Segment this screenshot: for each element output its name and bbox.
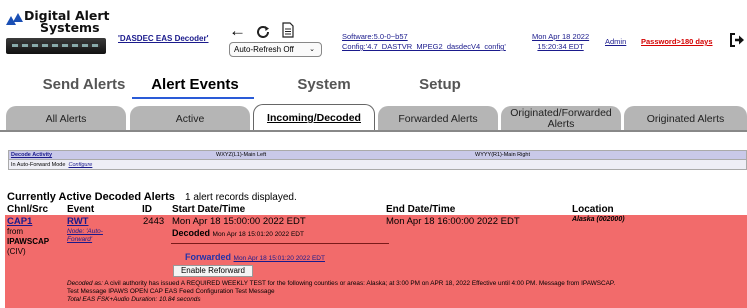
tab-forwarded-alerts[interactable]: Forwarded Alerts [378, 106, 498, 132]
company-logo[interactable]: Digital Alert Systems [6, 9, 110, 62]
tab-originated-alerts[interactable]: Originated Alerts [624, 106, 747, 132]
test-message: Test Message IPAWS OPEN CAP EAS Feed Con… [67, 288, 275, 295]
system-date: Mon Apr 18 2022 [532, 32, 590, 41]
col-head-start: Start Date/Time [172, 204, 246, 215]
auto-refresh-select[interactable]: Auto-Refresh Off ⌄ [229, 42, 322, 57]
config-name: Config:'4.7_DASTVR_MPEG2_dasdecV4_config… [342, 42, 506, 51]
col-head-event: Event [67, 204, 95, 215]
col-head-chnl: Chnl/Src [7, 204, 49, 215]
nav-alert-events[interactable]: Alert Events [140, 76, 250, 93]
audio-duration: Total EAS FSK+Audio Duration: 10.84 seco… [67, 296, 201, 303]
forwarded-label: Forwarded [185, 252, 232, 262]
decode-activity-link[interactable]: Decode Activity [11, 152, 52, 158]
auto-forward-mode-label: In Auto-Forward Mode [11, 162, 66, 168]
source-type: (CIV) [7, 247, 26, 256]
location: Alaska (002000) [572, 216, 625, 223]
tab-all-alerts-label: All Alerts [45, 112, 87, 125]
tab-originated-forwarded-label: Originated/Forwarded Alerts [510, 107, 612, 130]
alert-count: 1 alert records displayed. [185, 192, 297, 203]
event-code-link[interactable]: RWT [67, 216, 88, 227]
nav-system[interactable]: System [284, 76, 364, 93]
from-label: from [7, 227, 23, 236]
col-head-end: End Date/Time [386, 204, 456, 215]
tab-incoming-decoded-label: Incoming/Decoded [267, 112, 361, 124]
tab-active[interactable]: Active [130, 106, 250, 132]
auto-refresh-value: Auto-Refresh Off [234, 45, 294, 54]
nav-setup[interactable]: Setup [410, 76, 470, 93]
logo-triangles-icon [6, 13, 24, 27]
alert-row: CAP1 from IPAWSCAP (CIV) RWT Node: 'Auto… [5, 215, 747, 308]
back-arrow-icon[interactable]: ← [229, 22, 246, 39]
main-navigation: Send Alerts Alert Events System Setup [0, 74, 747, 100]
node-link-line2[interactable]: Forward' [67, 236, 92, 243]
channel-right: WYYY(R1)-Main Right [475, 152, 531, 158]
active-nav-underline [132, 97, 254, 99]
decoded-time: Mon Apr 18 15:01:20 2022 EDT [212, 231, 304, 238]
col-head-id: ID [142, 204, 152, 215]
start-datetime: Mon Apr 18 15:00:00 2022 EDT [172, 216, 306, 227]
password-warning-link[interactable]: Password>180 days [641, 37, 713, 46]
channel-link[interactable]: CAP1 [7, 216, 32, 227]
enable-reforward-button[interactable]: Enable Reforward [173, 265, 253, 277]
software-config-link[interactable]: Software:5.0-0~b57 Config:'4.7_DASTVR_MP… [342, 32, 506, 52]
logout-icon[interactable] [729, 33, 745, 47]
refresh-icon[interactable] [256, 24, 270, 38]
alert-tabs: All Alerts Active Incoming/Decoded Forwa… [0, 104, 747, 132]
channel-left: WXYZ(L1)-Main Left [216, 152, 267, 158]
tab-incoming-decoded[interactable]: Incoming/Decoded [253, 104, 375, 132]
tab-forwarded-alerts-label: Forwarded Alerts [398, 112, 478, 125]
chevron-down-icon: ⌄ [309, 46, 315, 53]
auto-forward-mode-row: In Auto-Forward Mode Configure [9, 161, 92, 170]
system-datetime-link[interactable]: Mon Apr 18 2022 15:20:34 EDT [532, 32, 589, 52]
section-title: Currently Active Decoded Alerts [7, 191, 175, 203]
header: Digital Alert Systems 'DASDEC EAS Decode… [0, 0, 747, 70]
tab-originated-alerts-label: Originated Alerts [646, 112, 725, 125]
tab-originated-forwarded[interactable]: Originated/Forwarded Alerts [501, 106, 621, 132]
decoded-as-label: Decoded as: [67, 280, 103, 287]
tab-active-label: Active [175, 112, 205, 125]
device-image [6, 38, 106, 54]
decoded-as-text: A civil authority has issued A REQUIRED … [104, 280, 616, 287]
document-icon[interactable] [282, 22, 294, 38]
node-link-line1[interactable]: Node: 'Auto- [67, 228, 103, 235]
admin-link[interactable]: Admin [605, 37, 626, 46]
tab-divider [0, 130, 747, 132]
decode-activity-row: Decode Activity WXYZ(L1)-Main Left WYYY(… [9, 151, 746, 160]
logo-line2: Systems [40, 20, 100, 35]
nav-send-alerts[interactable]: Send Alerts [30, 76, 138, 93]
forwarded-time-link[interactable]: Mon Apr 18 15:01:20 2022 EDT [234, 255, 325, 262]
alert-id: 2443 [143, 216, 165, 227]
col-head-location: Location [572, 204, 614, 215]
decode-activity-table: Decode Activity WXYZ(L1)-Main Left WYYY(… [8, 150, 747, 170]
source-name: IPAWSCAP [7, 237, 50, 246]
end-datetime: Mon Apr 18 16:00:00 2022 EDT [386, 216, 520, 227]
decoded-label: Decoded [172, 228, 211, 238]
tab-all-alerts[interactable]: All Alerts [6, 106, 126, 132]
configure-link[interactable]: Configure [68, 162, 92, 168]
decoder-name-link[interactable]: 'DASDEC EAS Decoder' [118, 34, 209, 43]
system-time: 15:20:34 EDT [537, 42, 584, 51]
decoded-separator [171, 243, 389, 244]
software-version: Software:5.0-0~b57 [342, 32, 408, 41]
